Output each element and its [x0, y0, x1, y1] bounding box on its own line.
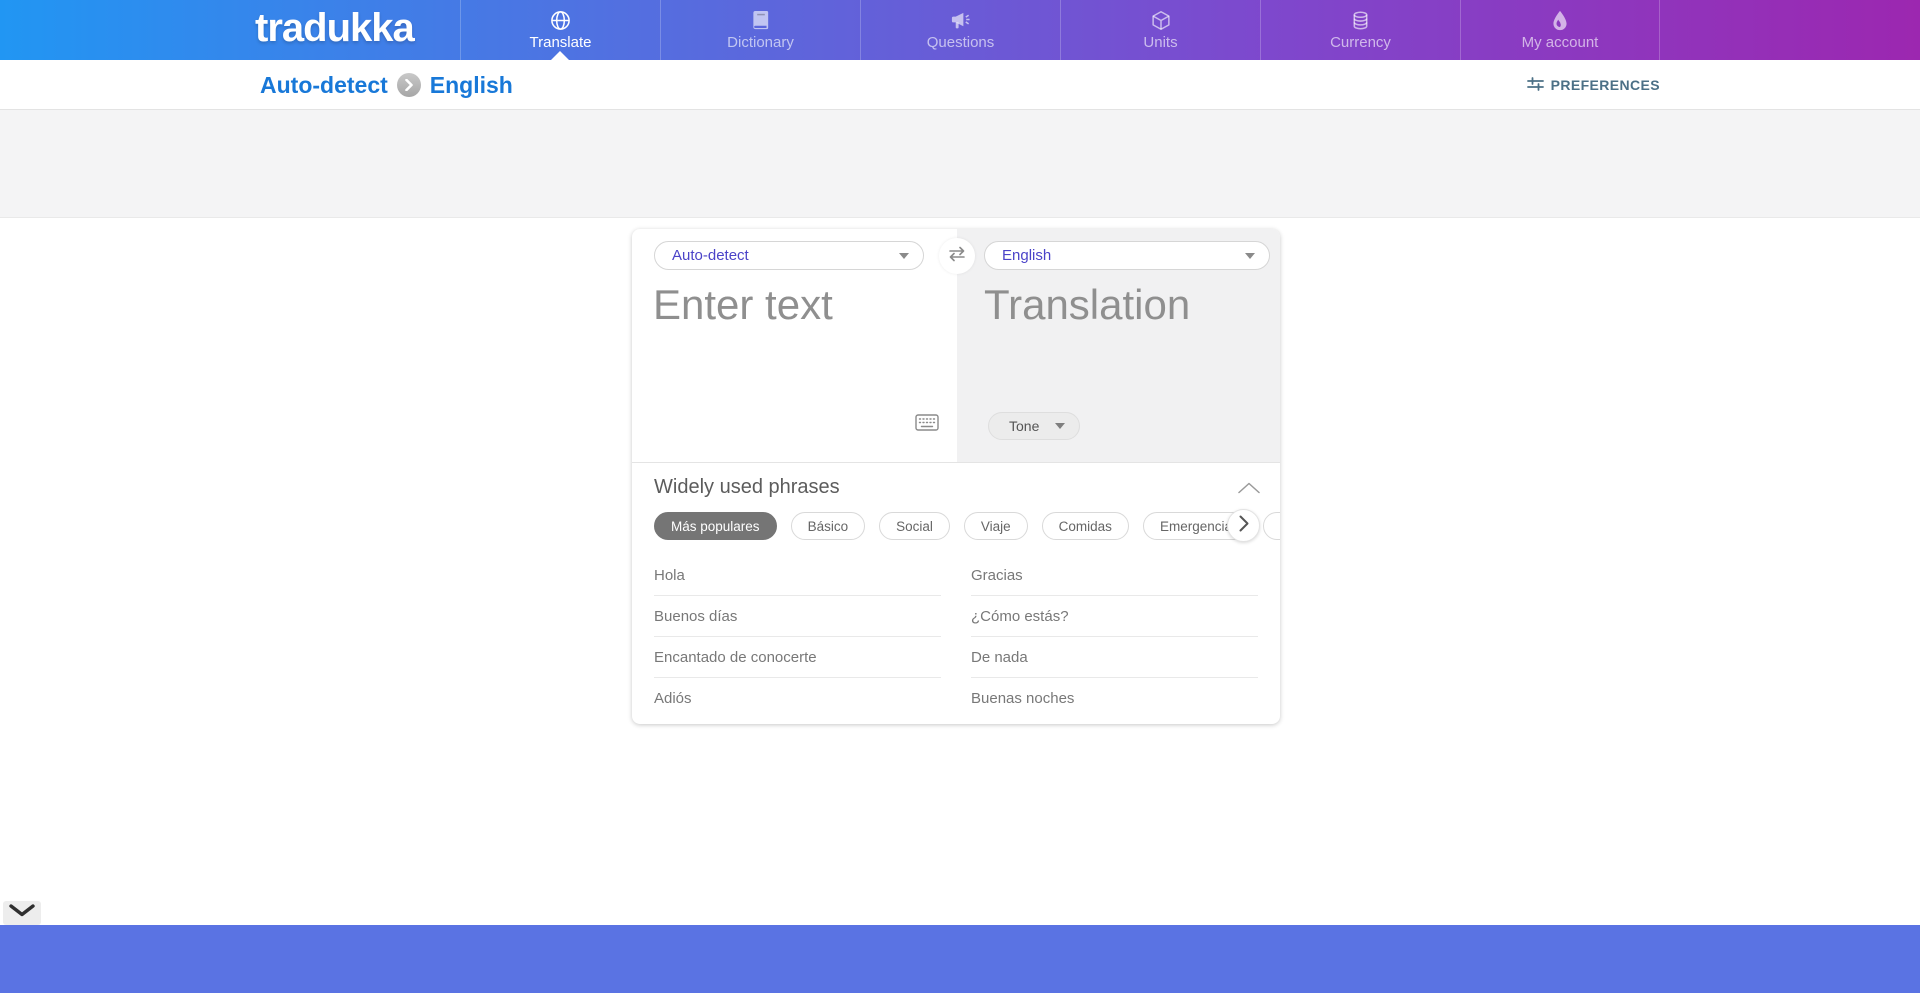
card-divider [632, 462, 1280, 463]
phrase-item[interactable]: ¿Cómo estás? [971, 596, 1258, 637]
phrase-item[interactable]: Gracias [971, 555, 1258, 596]
tab-label: Questions [927, 34, 995, 51]
phrase-list: Hola Buenos días Encantado de conocerte … [654, 555, 1258, 719]
subheader: Auto-detect English PREFERENCES [0, 60, 1920, 110]
chip-viaje[interactable]: Viaje [964, 512, 1028, 540]
megaphone-icon [950, 10, 971, 31]
globe-icon [550, 10, 571, 31]
tab-my-account[interactable]: My account [1460, 0, 1660, 60]
tone-button[interactable]: Tone [988, 412, 1080, 440]
tone-label: Tone [1009, 418, 1039, 434]
source-text-input[interactable]: Enter text [653, 281, 833, 329]
phrase-column-right: Gracias ¿Cómo estás? De nada Buenas noch… [971, 555, 1258, 719]
target-select-value: English [1002, 247, 1051, 264]
grey-band [0, 110, 1920, 218]
target-language-select[interactable]: English [984, 241, 1270, 270]
chevron-down-icon [1055, 423, 1065, 429]
tab-currency[interactable]: Currency [1260, 0, 1460, 60]
collapse-footer-button[interactable] [3, 901, 41, 925]
phrase-item[interactable]: De nada [971, 637, 1258, 678]
source-language-label: Auto-detect [260, 72, 388, 99]
preferences-button[interactable]: PREFERENCES [1527, 60, 1660, 110]
chevron-down-icon [9, 904, 35, 922]
chevron-up-icon [1238, 481, 1260, 498]
language-breadcrumb: Auto-detect English [260, 60, 513, 110]
tab-questions[interactable]: Questions [860, 0, 1060, 60]
chevron-down-icon [1245, 253, 1255, 259]
chip-social[interactable]: Social [879, 512, 950, 540]
chip-basico[interactable]: Básico [791, 512, 866, 540]
drop-icon [1551, 10, 1569, 31]
coins-icon [1350, 10, 1371, 31]
phrase-item[interactable]: Buenos días [654, 596, 941, 637]
source-select-value: Auto-detect [672, 247, 749, 264]
tab-dictionary[interactable]: Dictionary [660, 0, 860, 60]
phrases-title: Widely used phrases [654, 476, 840, 499]
phrase-item[interactable]: Encantado de conocerte [654, 637, 941, 678]
active-tab-indicator [551, 51, 569, 60]
next-categories-button[interactable] [1227, 509, 1260, 542]
nav-tabs: Translate Dictionary Questions [460, 0, 1660, 60]
target-language-label: English [430, 72, 513, 99]
chip-mas-populares[interactable]: Más populares [654, 512, 777, 540]
translator-card: Auto-detect English Enter text Translati… [632, 229, 1280, 724]
tab-label: My account [1522, 34, 1599, 51]
phrase-category-chips: Más populares Básico Social Viaje Comida… [654, 511, 1280, 541]
chip-truncated[interactable]: Fe [1263, 512, 1280, 540]
tune-icon [1527, 76, 1544, 95]
keyboard-icon [915, 418, 939, 435]
swap-arrows-icon [948, 246, 966, 267]
chevron-right-icon [1239, 515, 1249, 537]
phrase-column-left: Hola Buenos días Encantado de conocerte … [654, 555, 941, 719]
tab-units[interactable]: Units [1060, 0, 1260, 60]
tab-label: Currency [1330, 34, 1391, 51]
chip-comidas[interactable]: Comidas [1042, 512, 1129, 540]
chevron-right-icon [397, 73, 421, 97]
source-language-select[interactable]: Auto-detect [654, 241, 924, 270]
phrase-item[interactable]: Adiós [654, 678, 941, 719]
brand-logo[interactable]: tradukka [255, 6, 414, 51]
phrase-item[interactable]: Buenas noches [971, 678, 1258, 719]
swap-languages-button[interactable] [939, 238, 975, 274]
keyboard-button[interactable] [915, 414, 939, 436]
collapse-phrases-button[interactable] [1238, 481, 1260, 499]
phrase-item[interactable]: Hola [654, 555, 941, 596]
footer [0, 925, 1920, 993]
book-icon [751, 10, 771, 31]
top-navbar: tradukka Translate Dictionary [0, 0, 1920, 60]
preferences-label: PREFERENCES [1551, 77, 1660, 93]
tab-label: Units [1143, 34, 1177, 51]
tab-label: Translate [530, 34, 592, 51]
cube-icon [1151, 10, 1171, 31]
translation-output: Translation [984, 281, 1190, 329]
chevron-down-icon [899, 253, 909, 259]
tab-label: Dictionary [727, 34, 794, 51]
